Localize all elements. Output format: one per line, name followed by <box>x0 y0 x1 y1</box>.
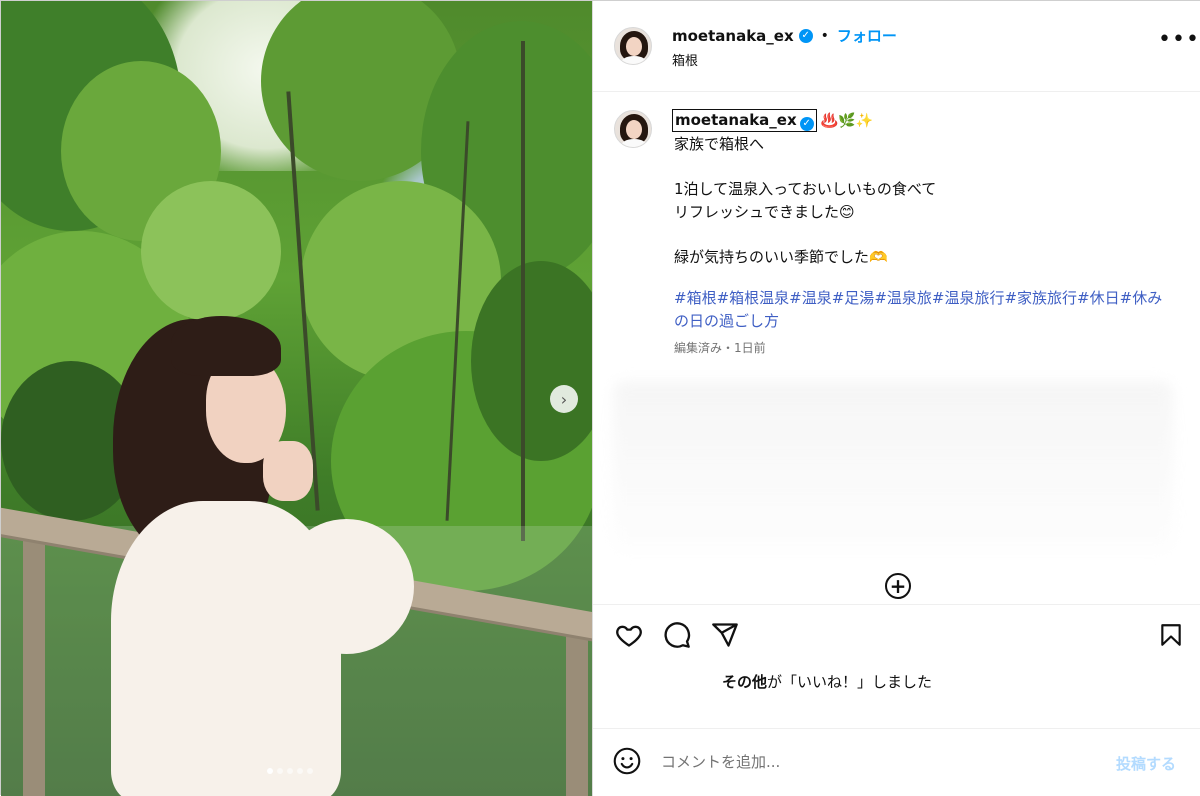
heart-icon[interactable] <box>615 621 643 649</box>
post-comment-button[interactable]: 投稿する <box>1116 753 1176 774</box>
divider <box>593 91 1200 92</box>
bangs <box>171 316 281 376</box>
carousel-dot <box>307 768 313 774</box>
comments-area <box>613 381 1173 551</box>
likes-text: その他が「いいね！」しました <box>722 671 932 692</box>
likes-suffix: が「いいね！」しました <box>767 673 933 691</box>
username-link[interactable]: moetanaka_ex <box>672 27 794 45</box>
foliage <box>141 181 281 321</box>
hashtag-link[interactable]: #足湯 <box>832 289 875 307</box>
post-meta: 編集済み・1日前 <box>674 341 766 355</box>
caption-avatar[interactable] <box>614 110 652 148</box>
separator: • <box>820 27 829 44</box>
comment-icon[interactable] <box>663 621 691 649</box>
add-circle-icon[interactable]: + <box>885 573 911 599</box>
bookmark-icon[interactable] <box>1158 621 1184 649</box>
hashtag-link[interactable]: #温泉旅行 <box>932 289 1005 307</box>
tree-trunk <box>521 41 525 541</box>
verified-icon: ✓ <box>799 116 814 131</box>
caption-emojis: ♨️🌿✨ <box>820 112 873 129</box>
hashtag-link[interactable]: #温泉 <box>789 289 832 307</box>
carousel-next-button[interactable]: › <box>550 385 578 413</box>
caption-text: 家族で箱根へ 1泊して温泉入っておいしいもの食べて リフレッシュできました😊 緑… <box>674 135 937 266</box>
caption-username-link[interactable]: moetanaka_ex ✓ <box>672 109 817 132</box>
post-photo[interactable]: › <box>1 1 592 796</box>
rail-post <box>566 621 588 796</box>
verified-icon: ✓ <box>798 28 813 43</box>
hashtag-link[interactable]: #箱根温泉 <box>717 289 790 307</box>
carousel-dot <box>267 768 273 774</box>
post-side-panel: moetanaka_ex ✓ • フォロー 箱根 ••• moetanaka_e… <box>592 1 1200 796</box>
carousel-dot <box>277 768 283 774</box>
rail-post <box>23 523 45 796</box>
caption-author: moetanaka_ex ✓ ♨️🌿✨ <box>672 109 873 132</box>
hashtag-link[interactable]: #家族旅行 <box>1004 289 1077 307</box>
hashtag-list: #箱根#箱根温泉#温泉#足湯#温泉旅#温泉旅行#家族旅行#休日#休みの日の過ごし… <box>674 287 1174 333</box>
hashtag-link[interactable]: #箱根 <box>674 289 717 307</box>
hashtag-link[interactable]: #温泉旅 <box>874 289 932 307</box>
share-icon[interactable] <box>711 621 739 649</box>
divider <box>593 604 1200 605</box>
location-link[interactable]: 箱根 <box>672 50 698 69</box>
carousel-dots <box>267 768 313 774</box>
emoji-icon[interactable] <box>613 747 641 775</box>
comment-input[interactable] <box>661 747 1081 777</box>
caption-username: moetanaka_ex <box>675 111 797 129</box>
more-icon[interactable]: ••• <box>1158 29 1200 51</box>
instagram-post-window: › moetanaka_ex ✓ • フォロー 箱根 ••• moetanaka… <box>0 0 1200 796</box>
sleeve <box>279 519 414 654</box>
carousel-dot <box>287 768 293 774</box>
hashtag-link[interactable]: #休日 <box>1077 289 1120 307</box>
follow-button[interactable]: フォロー <box>837 25 897 46</box>
chevron-right-icon: › <box>560 389 568 409</box>
hands <box>263 441 313 501</box>
likes-others-link[interactable]: その他 <box>722 673 767 691</box>
divider <box>593 728 1200 729</box>
avatar[interactable] <box>614 27 652 65</box>
carousel-dot <box>297 768 303 774</box>
post-header: moetanaka_ex ✓ • フォロー <box>672 25 897 46</box>
